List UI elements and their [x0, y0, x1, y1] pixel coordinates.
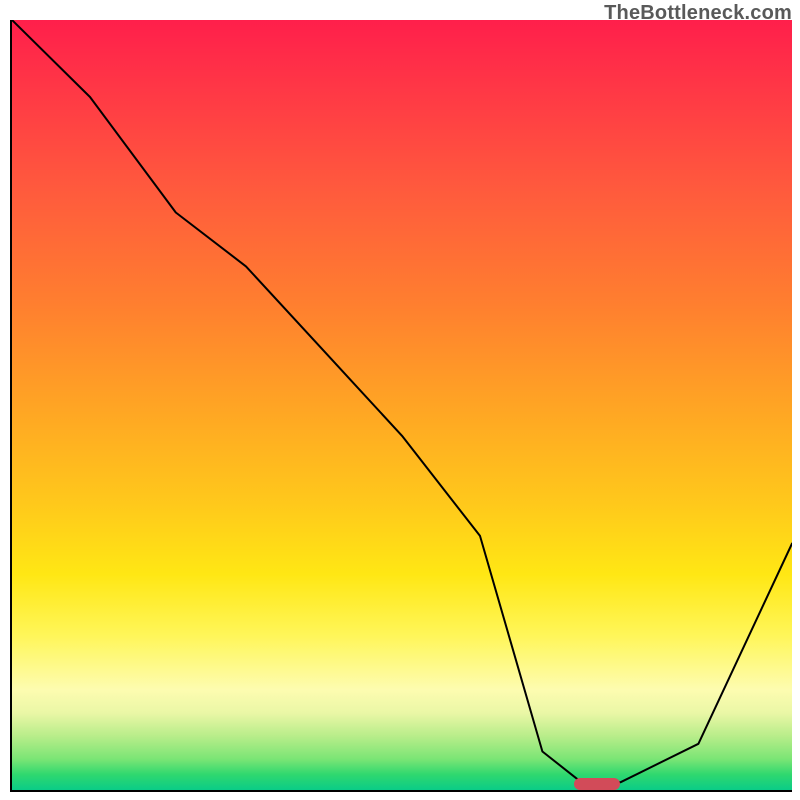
optimal-marker: [574, 778, 620, 790]
chart-frame: TheBottleneck.com: [0, 0, 800, 800]
bottleneck-curve: [12, 20, 792, 790]
plot-area: [10, 20, 792, 792]
